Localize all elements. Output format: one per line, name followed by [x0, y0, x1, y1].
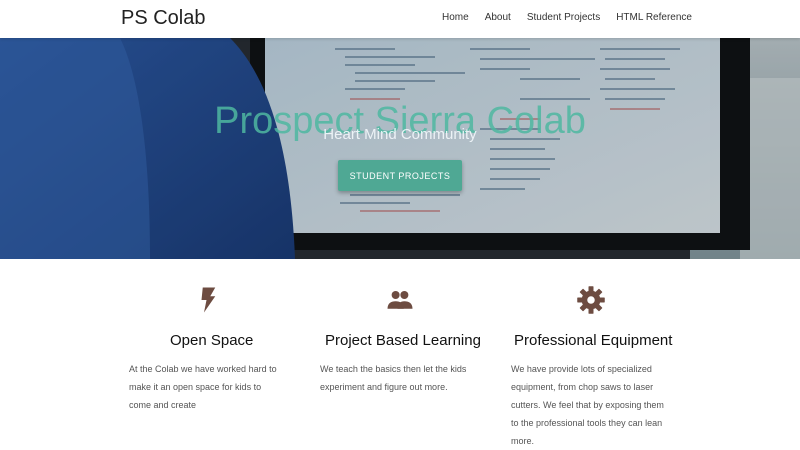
nav-link-student-projects[interactable]: Student Projects: [519, 12, 608, 23]
hero-banner: Prospect Sierra Colab Heart Mind Communi…: [0, 38, 800, 259]
people-icon: [387, 291, 413, 309]
hero-subtitle: Heart Mind Community: [323, 126, 477, 143]
feature-title: Open Space: [170, 332, 254, 349]
feature-title: Professional Equipment: [514, 332, 673, 349]
nav-link-home[interactable]: Home: [434, 12, 477, 23]
feature-description: We teach the basics then let the kids ex…: [320, 364, 467, 392]
feature-description: We have provide lots of specialized equi…: [511, 364, 664, 446]
feature-description: At the Colab we have worked hard to make…: [129, 364, 277, 410]
nav-link-html-reference[interactable]: HTML Reference: [608, 12, 700, 23]
brand-logo-link[interactable]: PS Colab: [121, 7, 206, 30]
feature-title: Project Based Learning: [325, 332, 481, 349]
nav-links: Home About Student Projects HTML Referen…: [434, 12, 700, 23]
student-projects-button[interactable]: STUDENT PROJECTS: [338, 160, 462, 191]
nav-link-about[interactable]: About: [477, 12, 519, 23]
hero-background-image: [0, 38, 800, 259]
navbar: PS Colab Home About Student Projects HTM…: [0, 0, 800, 38]
lightning-bolt-icon: [201, 287, 216, 313]
gear-icon: [577, 286, 605, 314]
